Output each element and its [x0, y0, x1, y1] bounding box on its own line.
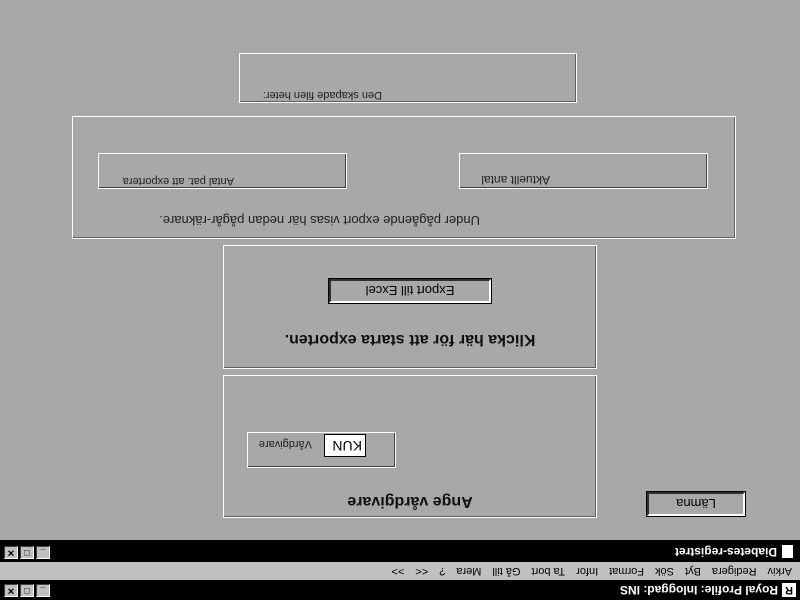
minimize-icon[interactable]: _: [36, 584, 50, 597]
vardgivare-label: Vårdgivare: [258, 438, 312, 450]
menu-item-byt[interactable]: Byt: [685, 565, 701, 577]
menu-item-ga-till[interactable]: Gå till: [492, 565, 520, 577]
menu-item-help[interactable]: ?: [439, 565, 445, 577]
vardgivare-heading: Ange vårdgivare: [347, 493, 473, 510]
menu-item-previous[interactable]: <<: [415, 565, 428, 577]
menu-bar: Arkiv Redigera Byt Sök Format Infor Ta b…: [0, 562, 800, 580]
menu-item-redigera[interactable]: Redigera: [712, 565, 757, 577]
maximize-icon[interactable]: □: [20, 584, 34, 597]
vardgivare-input[interactable]: KUN: [324, 434, 366, 457]
export-group: [223, 245, 597, 369]
app-title: Royal Profile: Inloggad: INS: [619, 583, 778, 597]
window-controls: _ □ ✕: [4, 546, 50, 559]
royal-profile-icon: R: [782, 583, 796, 597]
menu-item-sok[interactable]: Sök: [655, 565, 674, 577]
window-title: Diabetes-registret: [674, 545, 777, 559]
window-titlebar: Diabetes-registret _ □ ✕: [0, 542, 800, 562]
export-to-excel-button[interactable]: Export till Excel: [328, 278, 492, 304]
app-window-controls: _ □ ✕: [4, 584, 50, 597]
screen: R Royal Profile: Inloggad: INS _ □ ✕ Ark…: [0, 0, 800, 600]
document-icon: [781, 544, 794, 560]
menu-item-next[interactable]: >>: [392, 565, 405, 577]
file-label: Den skapade filen heter:: [262, 89, 382, 101]
menu-item-ta-bort[interactable]: Ta bort: [532, 565, 566, 577]
patient-count-label: Antal pat. att exportera: [122, 175, 234, 187]
lamna-button[interactable]: Lämna: [646, 491, 746, 517]
export-instruction: Klicka här för att starta exporten.: [284, 331, 536, 348]
close-icon[interactable]: ✕: [4, 584, 18, 597]
progress-info: Under pågående export visas här nedan på…: [159, 213, 480, 228]
menu-item-infor[interactable]: Infor: [576, 565, 598, 577]
minimize-icon[interactable]: _: [36, 546, 50, 559]
close-icon[interactable]: ✕: [4, 546, 18, 559]
menu-item-mera[interactable]: Mera: [456, 565, 481, 577]
menu-item-arkiv[interactable]: Arkiv: [768, 565, 792, 577]
current-count-label: Aktuellt antal: [481, 173, 550, 187]
menu-item-format[interactable]: Format: [609, 565, 644, 577]
maximize-icon[interactable]: □: [20, 546, 34, 559]
app-titlebar: R Royal Profile: Inloggad: INS _ □ ✕: [0, 580, 800, 600]
